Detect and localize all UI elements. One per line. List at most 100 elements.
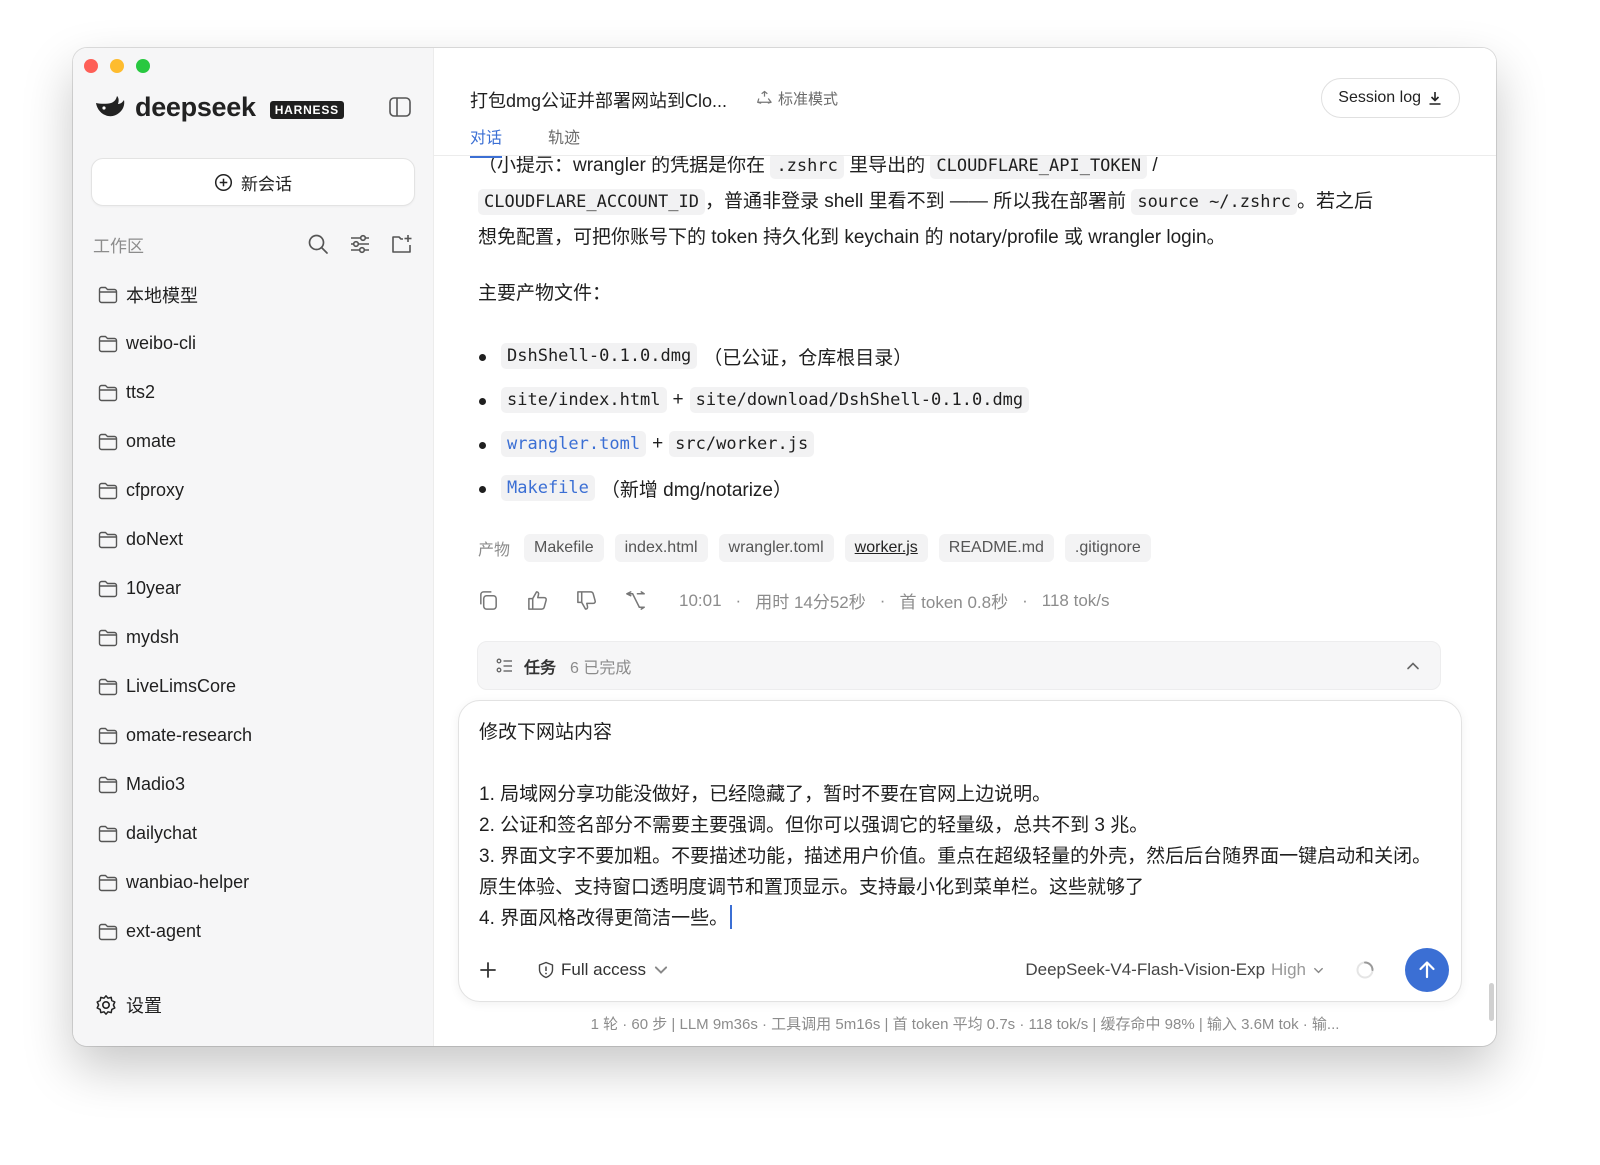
model-selector[interactable]: DeepSeek-V4-Flash-Vision-Exp High <box>1025 960 1325 980</box>
message-duration: 用时 14分52秒 <box>755 593 866 612</box>
folder-label: dailychat <box>126 823 198 843</box>
file-link[interactable]: Makefile <box>501 475 595 501</box>
access-label: Full access <box>561 960 647 979</box>
folder-label: tts2 <box>126 382 156 402</box>
mode-label: 标准模式 <box>778 91 839 108</box>
artifact-chip[interactable]: Makefile <box>524 534 604 562</box>
folder-item[interactable]: LiveLimsCore <box>98 662 418 711</box>
thumbs-down-icon[interactable] <box>575 589 598 612</box>
folder-icon <box>98 776 118 793</box>
folder-item[interactable]: doNext <box>98 515 418 564</box>
new-chat-button[interactable]: 新会话 <box>91 158 415 206</box>
plus-sign: + <box>672 389 684 410</box>
folder-icon <box>98 580 118 597</box>
message-text: （小提示：wrangler 的凭据是你在 <box>478 155 771 176</box>
new-chat-label: 新会话 <box>241 174 292 194</box>
inline-code: DshShell-0.1.0.dmg <box>501 343 698 369</box>
settings-button[interactable]: 设置 <box>95 992 162 1018</box>
plus-icon <box>480 962 496 978</box>
folder-item[interactable]: weibo-cli <box>98 319 418 368</box>
filter-settings-icon[interactable] <box>349 233 371 255</box>
copy-icon[interactable] <box>477 589 500 612</box>
chevron-up-icon[interactable] <box>1404 657 1422 675</box>
loading-spinner-icon <box>1356 961 1374 979</box>
composer-input[interactable]: 修改下网站内容 1. 局域网分享功能没做好，已经隐藏了，暂时不要在官网上边说明。… <box>479 717 1445 934</box>
inline-code: CLOUDFLARE_ACCOUNT_ID <box>478 189 705 215</box>
minimize-window-button[interactable] <box>110 59 124 73</box>
message-text: / <box>1147 155 1158 176</box>
scrollbar[interactable] <box>1489 983 1494 1021</box>
app-window: deepseek HARNESS 新会话 工作区 本地模型 weibo-cli … <box>73 48 1496 1046</box>
artifact-chip[interactable]: index.html <box>614 534 708 562</box>
folder-item[interactable]: tts2 <box>98 368 418 417</box>
tab-chat[interactable]: 对话 <box>470 124 503 158</box>
artifact-chip[interactable]: README.md <box>938 534 1054 562</box>
folder-item[interactable]: 本地模型 <box>98 270 418 319</box>
tasks-panel[interactable]: 任务 6 已完成 <box>477 641 1441 690</box>
tab-trace[interactable]: 轨迹 <box>548 124 580 157</box>
model-name: DeepSeek-V4-Flash-Vision-Exp <box>1025 960 1266 979</box>
thumbs-up-icon[interactable] <box>526 589 549 612</box>
folder-item[interactable]: Madio3 <box>98 760 418 809</box>
branch-icon[interactable] <box>624 589 647 612</box>
download-icon <box>1429 92 1441 105</box>
conversation-title: 打包dmg公证并部署网站到Clo... <box>470 91 728 111</box>
message-composer[interactable]: 修改下网站内容 1. 局域网分享功能没做好，已经隐藏了，暂时不要在官网上边说明。… <box>458 700 1462 1002</box>
separator: · <box>735 590 742 610</box>
workspace-title: 工作区 <box>93 236 144 256</box>
zoom-window-button[interactable] <box>136 59 150 73</box>
folder-item[interactable]: ext-agent <box>98 907 418 956</box>
folder-icon <box>98 727 118 744</box>
folder-item[interactable]: omate-research <box>98 711 418 760</box>
send-button[interactable] <box>1405 948 1449 992</box>
folder-icon <box>98 433 118 450</box>
artifact-chip[interactable]: .gitignore <box>1064 534 1151 562</box>
inline-code: site/index.html <box>501 387 667 413</box>
folder-item[interactable]: dailychat <box>98 809 418 858</box>
message-content: （小提示：wrangler 的凭据是你在 .zshrc 里导出的 CLOUDFL… <box>478 148 1454 510</box>
attach-button[interactable] <box>471 953 505 987</box>
access-selector[interactable]: Full access <box>537 960 670 980</box>
folder-icon <box>98 825 118 842</box>
folder-label: ext-agent <box>126 921 202 941</box>
brand: deepseek HARNESS <box>93 92 344 123</box>
folder-item[interactable]: mydsh <box>98 613 418 662</box>
search-icon[interactable] <box>307 233 329 255</box>
sidebar: deepseek HARNESS 新会话 工作区 本地模型 weibo-cli … <box>73 48 434 1046</box>
brand-name: deepseek <box>135 92 256 122</box>
tab-bar: 对话 轨迹 <box>470 124 580 158</box>
folder-label: LiveLimsCore <box>126 676 237 696</box>
plus-sign: + <box>652 433 664 454</box>
mode-indicator[interactable]: 标准模式 <box>756 88 838 109</box>
recycle-icon <box>757 90 772 104</box>
tasks-label: 任务 <box>524 659 557 677</box>
sidebar-toggle-icon[interactable] <box>389 97 411 117</box>
folder-item[interactable]: 10year <box>98 564 418 613</box>
message-paragraph: （小提示：wrangler 的凭据是你在 .zshrc 里导出的 CLOUDFL… <box>478 148 1454 256</box>
file-link[interactable]: wrangler.toml <box>501 431 647 457</box>
file-note: （已公证，仓库根目录） <box>703 347 913 369</box>
artifact-chip[interactable]: wrangler.toml <box>718 534 834 562</box>
file-list-item: Makefile （新增 dmg/notarize） <box>478 466 1454 510</box>
artifact-chip[interactable]: worker.js <box>844 534 928 562</box>
new-folder-icon[interactable] <box>391 233 413 255</box>
composer-toolbar: Full access DeepSeek-V4-Flash-Vision-Exp… <box>471 947 1449 993</box>
folder-label: Madio3 <box>126 774 186 794</box>
file-list-item: DshShell-0.1.0.dmg （已公证，仓库根目录） <box>478 334 1454 378</box>
top-bar: 打包dmg公证并部署网站到Clo... 标准模式 Session log 对话 … <box>434 48 1496 158</box>
settings-label: 设置 <box>126 996 162 1016</box>
folder-item[interactable]: omate <box>98 417 418 466</box>
session-log-button[interactable]: Session log <box>1321 78 1460 118</box>
inline-code: source ~/.zshrc <box>1131 189 1297 215</box>
folder-item[interactable]: cfproxy <box>98 466 418 515</box>
inline-code: .zshrc <box>770 153 844 179</box>
close-window-button[interactable] <box>84 59 98 73</box>
folder-icon <box>98 384 118 401</box>
composer-text: 修改下网站内容 1. 局域网分享功能没做好，已经隐藏了，暂时不要在官网上边说明。… <box>479 722 1432 929</box>
folder-label: doNext <box>126 529 184 549</box>
folder-icon <box>98 482 118 499</box>
file-list-item: site/index.html + site/download/DshShell… <box>478 378 1454 422</box>
folder-item[interactable]: wanbiao-helper <box>98 858 418 907</box>
artifacts-row: 产物 Makefile index.html wrangler.toml wor… <box>478 534 1151 562</box>
message-meta: 10:01 · 用时 14分52秒 · 首 token 0.8秒 · 118 t… <box>477 588 1110 613</box>
